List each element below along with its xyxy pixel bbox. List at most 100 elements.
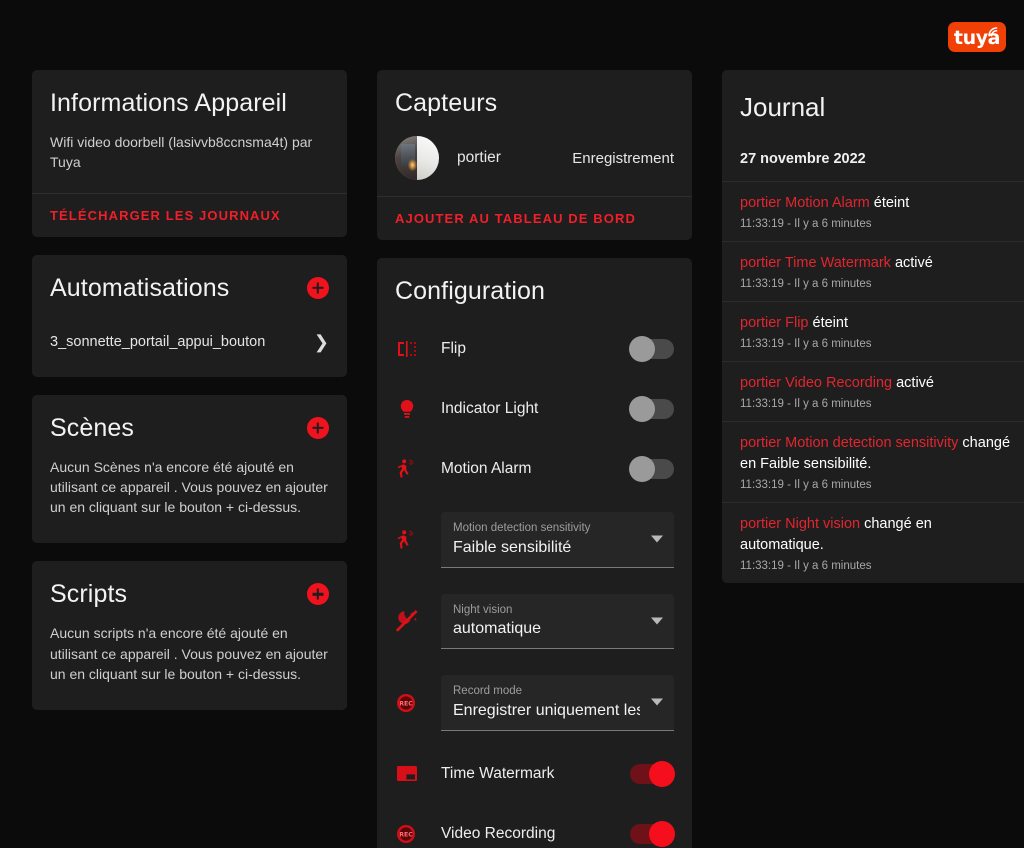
- device-info-card: Informations Appareil Wifi video doorbel…: [32, 70, 347, 237]
- journal-entry-time: 11:33:19 - Il y a 6 minutes: [740, 398, 872, 411]
- journal-entry-time: 11:33:19 - Il y a 6 minutes: [740, 479, 872, 492]
- journal-entry-time: 11:33:19 - Il y a 6 minutes: [740, 218, 872, 231]
- toggle-indicator-light[interactable]: [629, 396, 674, 422]
- scenes-header: Scènes: [50, 413, 329, 443]
- wifi-arc-icon: [988, 27, 998, 37]
- journal-entry-time: 11:33:19 - Il y a 6 minutes: [740, 560, 872, 573]
- journal-entry[interactable]: portier Night vision changé en automatiq…: [722, 502, 1024, 583]
- select-motion-sensitivity-label: Motion detection sensitivity: [453, 522, 591, 534]
- journal-entry-subject: portier Time Watermark: [740, 255, 891, 272]
- add-automation-button[interactable]: [307, 276, 329, 299]
- toggle-time-watermark[interactable]: [630, 760, 675, 787]
- scripts-title: Scripts: [50, 580, 128, 609]
- journal-entry-text: portier Video Recording activé: [740, 375, 934, 392]
- scenes-empty-text: Aucun Scènes n'a encore été ajouté en ut…: [50, 458, 328, 516]
- automations-title: Automatisations: [50, 273, 230, 302]
- journal-entry-time: 11:33:19 - Il y a 6 minutes: [740, 338, 872, 351]
- config-label-flip: Flip: [441, 340, 466, 357]
- column-left: Informations Appareil Wifi video doorbel…: [32, 70, 347, 711]
- journal-title: Journal: [740, 92, 826, 122]
- journal-entry-subject: portier Motion Alarm: [740, 195, 870, 211]
- journal-card: Journal 27 novembre 2022 portier Motion …: [722, 70, 1024, 584]
- config-row-motion-alarm: Motion Alarm: [395, 452, 674, 486]
- column-right: Journal 27 novembre 2022 portier Motion …: [722, 70, 1024, 584]
- automation-list-item[interactable]: 3_sonnette_portail_appui_bouton ❯: [50, 333, 329, 351]
- download-logs-button[interactable]: TÉLÉCHARGER LES JOURNAUX: [32, 194, 347, 237]
- automations-header: Automatisations: [50, 273, 329, 303]
- chevron-down-icon: [651, 535, 663, 543]
- journal-entry-text: portier Flip éteint: [740, 315, 848, 332]
- select-motion-sensitivity[interactable]: Motion detection sensitivity Faible sens…: [441, 512, 674, 568]
- device-info-title: Informations Appareil: [50, 89, 287, 117]
- journal-entry-text: portier Night vision changé en automatiq…: [740, 516, 932, 554]
- configuration-title: Configuration: [395, 277, 546, 305]
- journal-entry-time: 11:33:19 - Il y a 6 minutes: [740, 278, 872, 291]
- sensors-add-to-dashboard-button[interactable]: AJOUTER AU TABLEAU DE BORD: [377, 197, 692, 240]
- journal-header: Journal: [722, 70, 1024, 139]
- automations-card: Automatisations 3_sonnette_portail_appui…: [32, 254, 347, 377]
- chevron-right-icon: ❯: [313, 331, 329, 352]
- config-row-record-mode: REC Record mode Enregistrer uniquement l…: [395, 675, 674, 731]
- journal-entry-list: portier Motion Alarm éteint 11:33:19 - Il…: [722, 181, 1024, 583]
- scripts-header: Scripts: [50, 579, 329, 609]
- journal-entry[interactable]: portier Flip éteint 11:33:19 - Il y a 6 m…: [722, 301, 1024, 361]
- config-row-motion-sensitivity: Motion detection sensitivity Faible sens…: [395, 512, 674, 568]
- select-record-mode-label: Record mode: [453, 685, 523, 698]
- automation-item-label: 3_sonnette_portail_appui_bouton: [50, 333, 266, 350]
- scenes-body: Scènes Aucun Scènes n'a encore été ajout…: [32, 395, 347, 544]
- camera-snapshot-avatar: [395, 136, 439, 180]
- journal-entry-text: portier Motion detection sensitivity cha…: [740, 435, 1011, 473]
- journal-entry-text: portier Motion Alarm éteint: [740, 195, 910, 211]
- scripts-card: Scripts Aucun scripts n'a encore été ajo…: [32, 561, 347, 711]
- journal-entry[interactable]: portier Video Recording activé 11:33:19 -…: [722, 361, 1024, 421]
- rec-icon: REC: [395, 823, 441, 845]
- motion-sensor-icon: [395, 528, 441, 552]
- svg-text:REC: REC: [399, 831, 413, 838]
- journal-entry[interactable]: portier Motion Alarm éteint 11:33:19 - Il…: [722, 181, 1024, 241]
- select-record-mode-value: Enregistrer uniquement les éve: [453, 702, 640, 719]
- select-night-vision-value: automatique: [453, 620, 542, 638]
- config-row-indicator-light: Indicator Light: [395, 392, 674, 426]
- sensor-row[interactable]: portier Enregistrement: [395, 132, 674, 186]
- sensors-card: Capteurs portier Enregistrement AJOUTER …: [377, 70, 692, 240]
- journal-date: 27 novembre 2022: [740, 151, 866, 167]
- select-night-vision-label: Night vision: [453, 603, 513, 616]
- lightbulb-icon: [395, 397, 441, 421]
- chevron-down-icon: [651, 617, 663, 625]
- add-scene-button[interactable]: [307, 416, 329, 439]
- journal-entry-subject: portier Video Recording: [740, 375, 893, 392]
- rec-icon: REC: [395, 692, 441, 714]
- sensors-body: Capteurs portier Enregistrement: [377, 70, 692, 196]
- select-night-vision[interactable]: Night vision automatique: [441, 593, 674, 650]
- toggle-motion-alarm[interactable]: [629, 456, 674, 482]
- columns-container: Informations Appareil Wifi video doorbel…: [32, 70, 1024, 848]
- toggle-video-recording[interactable]: [630, 820, 675, 847]
- watermark-icon: [395, 763, 441, 785]
- flip-icon: [395, 337, 441, 361]
- scenes-title: Scènes: [50, 413, 134, 442]
- automations-body: Automatisations 3_sonnette_portail_appui…: [32, 255, 347, 377]
- add-script-button[interactable]: [307, 583, 329, 606]
- journal-entry[interactable]: portier Time Watermark activé 11:33:19 - …: [722, 241, 1024, 301]
- column-middle: Capteurs portier Enregistrement AJOUTER …: [377, 70, 692, 848]
- sensor-state: Enregistrement: [572, 149, 674, 167]
- configuration-body: Configuration Flip Indicator Light Motio…: [377, 258, 692, 848]
- config-row-night-vision: Night vision automatique: [395, 593, 674, 650]
- scenes-card: Scènes Aucun Scènes n'a encore été ajout…: [32, 394, 347, 544]
- app-root: tuya Informations Appareil Wifi video do…: [0, 0, 1024, 848]
- select-record-mode[interactable]: Record mode Enregistrer uniquement les é…: [441, 675, 674, 731]
- toggle-flip[interactable]: [629, 336, 674, 362]
- journal-entry-subject: portier Motion detection sensitivity: [740, 435, 959, 452]
- device-info-body: Informations Appareil Wifi video doorbel…: [32, 70, 347, 193]
- config-label-time-watermark: Time Watermark: [441, 764, 555, 782]
- config-label-video-recording: Video Recording: [441, 824, 556, 842]
- config-row-time-watermark: Time Watermark: [395, 757, 675, 791]
- configuration-card: Configuration Flip Indicator Light Motio…: [377, 258, 692, 848]
- select-motion-sensitivity-value: Faible sensibilité: [453, 538, 572, 556]
- config-label-indicator-light: Indicator Light: [441, 400, 539, 417]
- journal-entry[interactable]: portier Motion detection sensitivity cha…: [722, 421, 1024, 502]
- journal-entry-subject: portier Night vision: [740, 516, 861, 533]
- scripts-body: Scripts Aucun scripts n'a encore été ajo…: [32, 561, 347, 710]
- night-vision-icon: [395, 608, 441, 634]
- chevron-down-icon: [651, 698, 663, 706]
